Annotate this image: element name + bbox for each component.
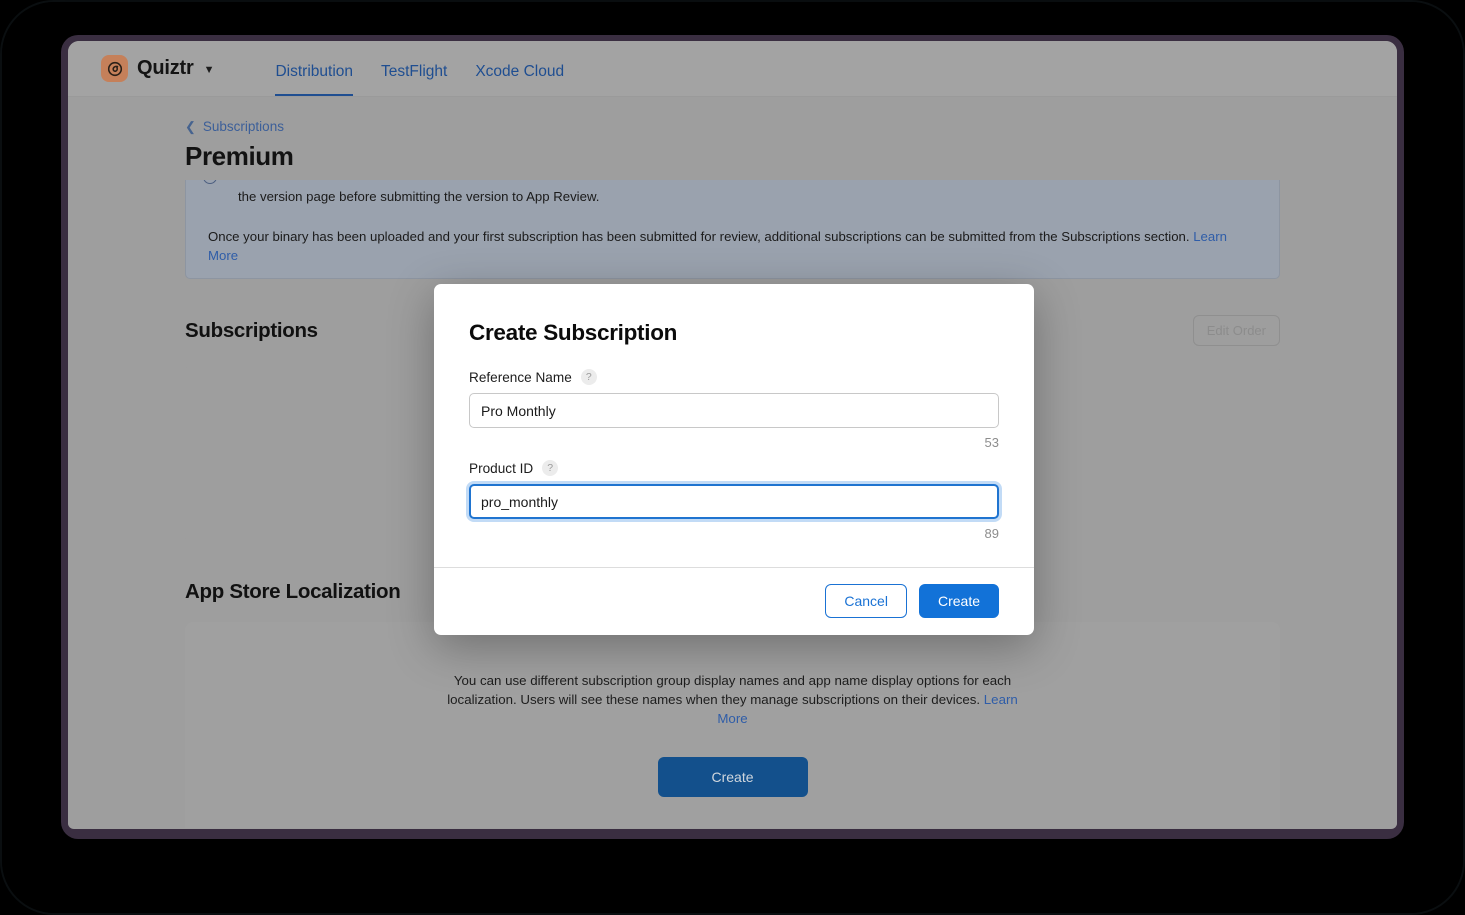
reference-name-counter: 53 [984,435,999,450]
localization-section-title: App Store Localization [185,580,401,603]
product-id-label: Product ID [469,460,534,476]
product-id-counter: 89 [984,526,999,541]
brand-name: Quiztr [137,57,194,79]
product-id-field-block: Product ID ? 89 [469,460,999,541]
notice-line-1: the version page before submitting the v… [238,189,600,204]
tab-testflight[interactable]: TestFlight [381,42,447,97]
product-id-label-row: Product ID ? [469,460,999,476]
edit-order-button[interactable]: Edit Order [1192,315,1280,346]
app-header: Quiztr ▼ Distribution TestFlight Xcode C… [68,41,1397,97]
review-notice-banner: the version page before submitting the v… [185,180,1280,279]
dialog-title: Create Subscription [469,320,678,345]
page-title: Premium [185,141,294,171]
brand-menu[interactable]: Quiztr ▼ [101,55,214,82]
localization-description: You can use different subscription group… [438,672,1028,729]
localization-empty-card: You can use different subscription group… [185,622,1280,828]
chevron-down-icon[interactable]: ▼ [204,65,215,76]
desktop-background: Quiztr ▼ Distribution TestFlight Xcode C… [0,0,1465,915]
localization-description-text: You can use different subscription group… [447,673,1012,707]
browser-viewport: Quiztr ▼ Distribution TestFlight Xcode C… [68,41,1397,829]
breadcrumb[interactable]: ❮ Subscriptions [185,119,284,134]
dialog-body: Create Subscription Reference Name ? 53 … [434,284,1034,567]
notice-paragraph-2-text: Once your binary has been uploaded and y… [208,229,1194,245]
browser-window-frame: Quiztr ▼ Distribution TestFlight Xcode C… [61,35,1404,839]
tab-testflight-label: TestFlight [381,62,448,80]
localization-create-button[interactable]: Create [657,756,808,797]
product-id-input[interactable] [469,484,999,519]
dialog-footer: Cancel Create [434,567,1034,635]
reference-name-label-row: Reference Name ? [469,369,999,385]
chevron-left-icon: ❮ [185,119,196,134]
create-subscription-dialog: Create Subscription Reference Name ? 53 … [434,284,1034,635]
subscriptions-section-title: Subscriptions [185,318,318,342]
question-mark-icon[interactable]: ? [542,460,559,476]
tab-distribution[interactable]: Distribution [275,42,353,97]
reference-name-field-block: Reference Name ? 53 [469,369,999,450]
quiztr-app-icon [101,55,128,82]
tab-xcode-cloud-label: Xcode Cloud [475,62,565,80]
reference-name-input[interactable] [469,393,999,428]
breadcrumb-label: Subscriptions [202,119,284,134]
question-mark-icon[interactable]: ? [580,369,597,385]
create-button[interactable]: Create [918,584,999,618]
cancel-button[interactable]: Cancel [825,584,907,618]
notice-paragraph-2: Once your binary has been uploaded and y… [208,227,1257,265]
tab-xcode-cloud[interactable]: Xcode Cloud [475,42,564,97]
reference-name-label: Reference Name [469,369,572,385]
tab-distribution-label: Distribution [275,62,353,80]
primary-nav: Distribution TestFlight Xcode Cloud [275,41,564,96]
